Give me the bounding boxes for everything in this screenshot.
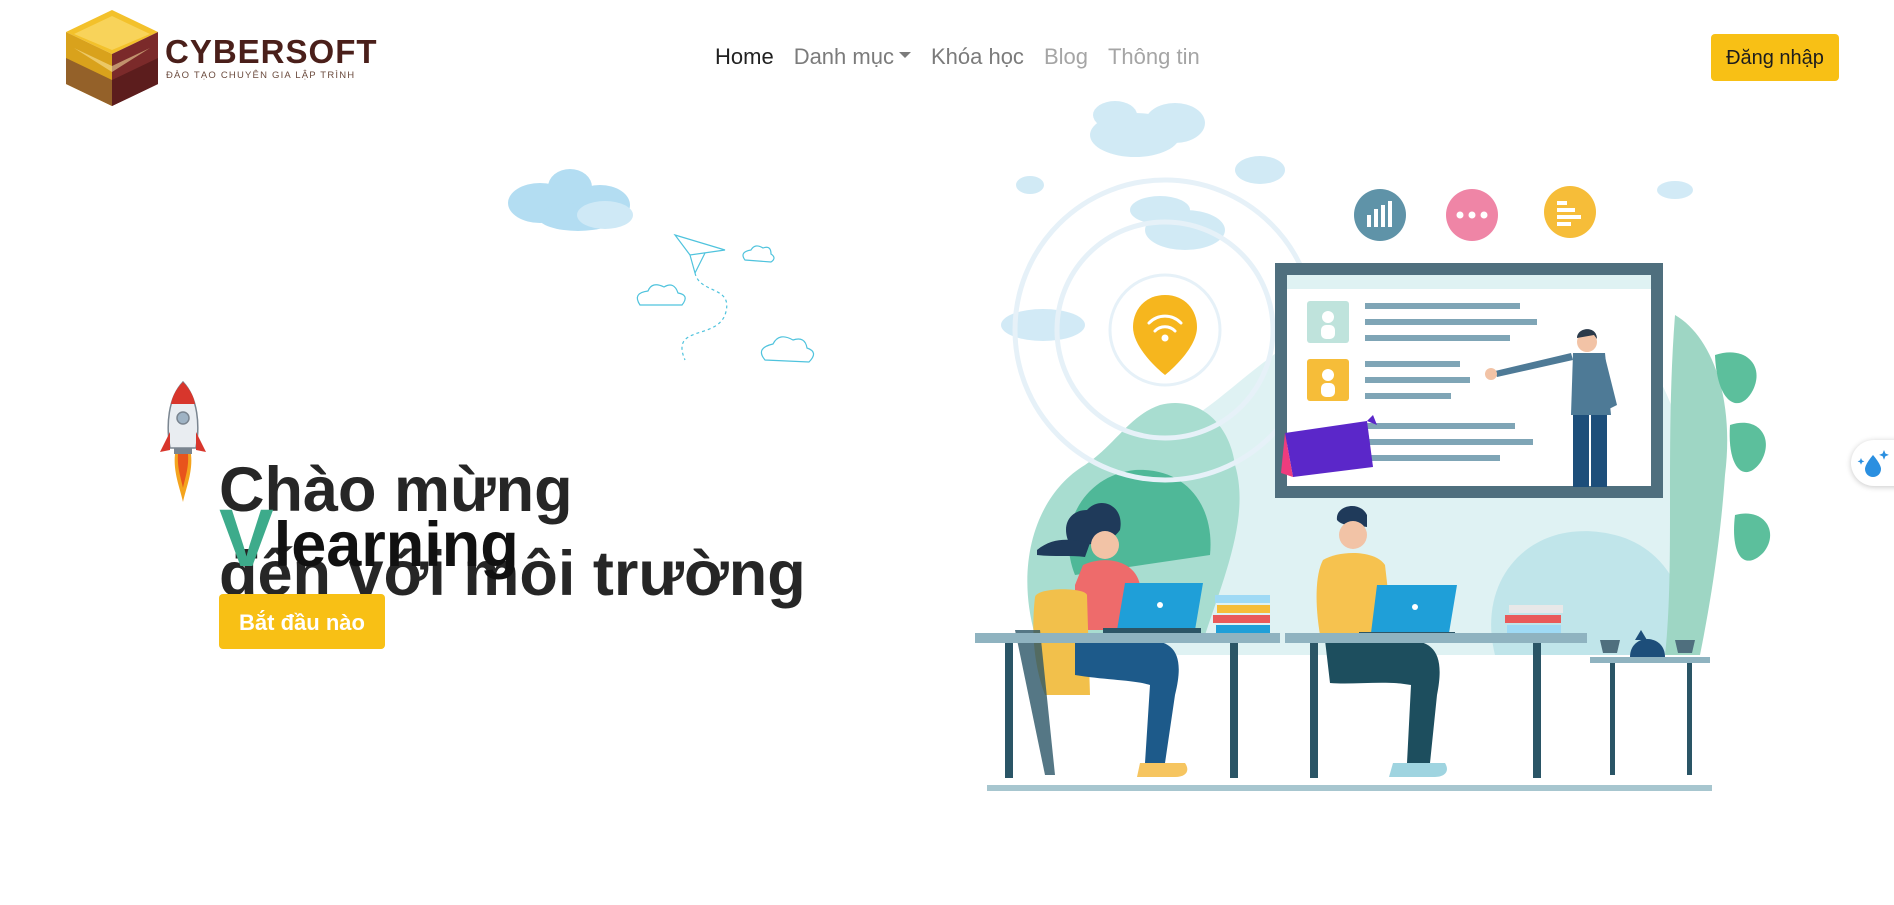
- login-button[interactable]: Đăng nhập: [1711, 34, 1839, 81]
- hero-brand-rest: learning: [273, 510, 519, 580]
- gold-cube-logo-icon: [66, 10, 158, 106]
- start-button[interactable]: Bắt đầu nào: [219, 594, 385, 649]
- floating-widget[interactable]: [1851, 440, 1894, 486]
- brand-name: CYBERSOFT: [165, 33, 378, 70]
- nav-khoa-hoc[interactable]: Khóa học: [921, 40, 1034, 74]
- nav-thong-tin[interactable]: Thông tin: [1098, 40, 1210, 74]
- chevron-down-icon: [898, 52, 911, 59]
- hero-brand: Vlearning: [219, 492, 519, 586]
- nav-home[interactable]: Home: [715, 40, 784, 74]
- clouds-paper-plane-decoration: [508, 169, 815, 363]
- nav-danh-muc-label: Danh mục: [793, 44, 894, 69]
- rocket-icon: [160, 380, 206, 502]
- online-learning-illustration: [975, 101, 1771, 791]
- main-nav: Home Danh mục Khóa học Blog Thông tin: [715, 40, 1210, 74]
- brand-tagline: ĐÀO TẠO CHUYÊN GIA LẬP TRÌNH: [166, 70, 356, 81]
- hero-brand-initial: V: [219, 493, 274, 584]
- water-drop-sparkle-icon: [1857, 450, 1889, 477]
- nav-blog[interactable]: Blog: [1034, 40, 1098, 74]
- brand-logo[interactable]: CYBERSOFT ĐÀO TẠO CHUYÊN GIA LẬP TRÌNH: [66, 10, 378, 106]
- nav-danh-muc[interactable]: Danh mục: [784, 40, 921, 74]
- hero-section: Chào mừng đến với môi trường Vlearning B…: [150, 130, 815, 670]
